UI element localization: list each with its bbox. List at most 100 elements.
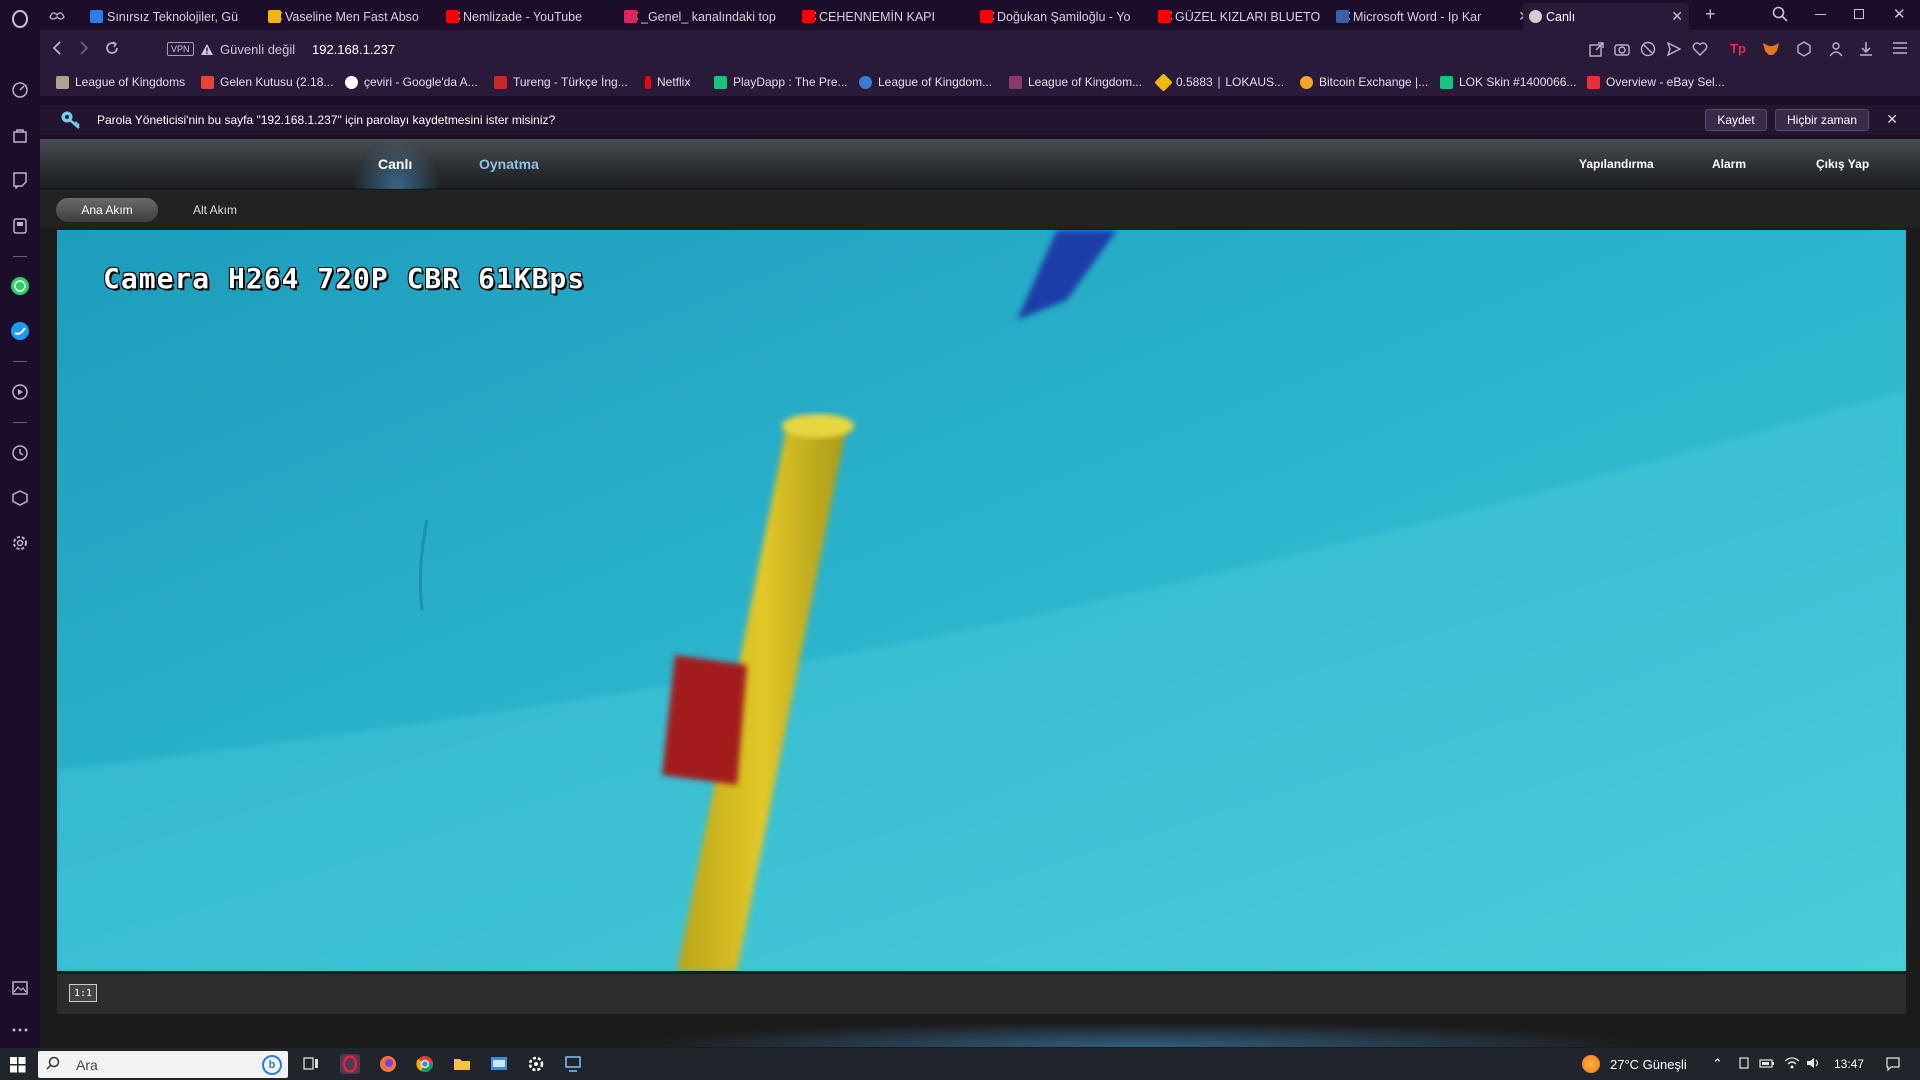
forward-arrow-icon[interactable] <box>77 40 91 61</box>
bookmark-item[interactable]: Bitcoin Exchange |... <box>1300 75 1428 89</box>
windows-start-icon[interactable] <box>10 1057 26 1078</box>
volume-icon[interactable] <box>1806 1056 1822 1073</box>
taskbar-search-box[interactable]: Ara b <box>38 1051 288 1078</box>
whatsapp-icon[interactable] <box>10 276 30 296</box>
remote-desktop-icon[interactable] <box>563 1054 583 1074</box>
tab-title: GÜZEL KIZLARI BLUETO <box>1175 9 1321 24</box>
bookmark-item[interactable]: Gelen Kutusu (2.18... <box>201 75 333 89</box>
url-field[interactable]: 192.168.1.237 <box>312 42 395 57</box>
adblock-icon[interactable] <box>1640 41 1656 60</box>
reload-icon[interactable] <box>104 40 120 61</box>
opera-menu-icon[interactable] <box>10 9 30 29</box>
save-password-button[interactable]: Kaydet <box>1705 109 1767 131</box>
bookmark-item[interactable]: LOK Skin #1400066... <box>1440 75 1576 89</box>
bookmark-item[interactable]: çeviri - Google'da A... <box>345 75 478 89</box>
never-save-button[interactable]: Hiçbir zaman <box>1775 109 1869 131</box>
opera-taskbar-icon[interactable] <box>340 1054 360 1074</box>
new-tab-plus-icon[interactable]: + <box>1705 4 1716 25</box>
browser-tab[interactable]: GÜZEL KIZLARI BLUETO ✕ <box>1152 3 1358 30</box>
bookmark-item[interactable]: Overview - eBay Sel... <box>1587 75 1725 89</box>
speed-dial-icon[interactable] <box>10 80 30 100</box>
tab-favicon-icon <box>980 10 993 23</box>
nav-logout[interactable]: Çıkış Yap <box>1816 157 1869 171</box>
send-icon[interactable] <box>1666 41 1682 60</box>
shopping-bag-icon[interactable] <box>10 125 30 145</box>
close-tab-icon[interactable]: ✕ <box>1671 8 1683 25</box>
browser-tab[interactable]: Sınırsız Teknolojiler, Gü ✕ <box>84 3 290 30</box>
bookmark-item[interactable]: Tureng - Türkçe İng... <box>494 75 628 89</box>
restore-icon[interactable] <box>1854 9 1864 19</box>
heart-icon[interactable] <box>1692 41 1708 60</box>
search-tabs-icon[interactable] <box>1772 6 1788 27</box>
settings-gear-icon[interactable] <box>526 1054 546 1074</box>
bookmark-item[interactable]: 0.5883 ∣ LOKAUS... <box>1154 72 1284 92</box>
workspaces-icon[interactable] <box>49 8 65 27</box>
firefox-icon[interactable] <box>378 1054 398 1074</box>
video-frame <box>57 230 1906 971</box>
battery-icon[interactable] <box>1759 1056 1775 1073</box>
google-icon <box>345 75 358 89</box>
file-explorer-icon[interactable] <box>452 1054 472 1074</box>
browser-tab[interactable]: _Genel_ kanalındaki top ✕ <box>618 3 824 30</box>
twitter-icon[interactable] <box>10 321 30 341</box>
device-icon[interactable] <box>1737 1056 1751 1073</box>
nav-alarm[interactable]: Alarm <box>1712 157 1746 171</box>
sub-stream-button[interactable]: Alt Akım <box>193 203 237 217</box>
close-prompt-icon[interactable]: ✕ <box>1886 111 1898 128</box>
snapshot-camera-icon[interactable] <box>1614 41 1630 60</box>
tp-extension-icon[interactable]: Tp <box>1730 41 1746 56</box>
browser-tab[interactable]: CEHENNEMİN KAPI ✕ <box>796 3 1002 30</box>
bookmark-item[interactable]: Netflix <box>645 75 690 89</box>
tab-playback[interactable]: Oynatma <box>479 156 539 172</box>
address-bar: VPN Güvenli değil 192.168.1.237 Tp <box>40 30 1920 70</box>
windows-taskbar: Ara b 27°C Güneşli ⌃ 13:47 <box>0 1048 1920 1080</box>
weather-sun-icon[interactable] <box>1582 1055 1600 1073</box>
tray-chevron-up-icon[interactable]: ⌃ <box>1712 1056 1723 1072</box>
bing-icon[interactable]: b <box>262 1055 282 1075</box>
twitch-icon[interactable] <box>10 170 30 190</box>
globe-icon <box>1529 10 1542 23</box>
browser-tab[interactable]: Nemlizade - YouTube ✕ <box>440 3 646 30</box>
app-window-icon[interactable] <box>489 1054 509 1074</box>
browser-tab-active[interactable]: Canlı ✕ <box>1523 3 1689 30</box>
browser-tab[interactable]: Doğukan Şamiloğlu - Yo ✕ <box>974 3 1180 30</box>
nav-configuration[interactable]: Yapılandırma <box>1579 157 1654 171</box>
tab-live[interactable]: Canlı <box>378 156 412 172</box>
vpn-badge[interactable]: VPN <box>167 42 194 56</box>
browser-tab[interactable]: Microsoft Word - Ip Kar ✕ <box>1330 3 1536 30</box>
metamask-fox-icon[interactable] <box>1762 41 1780 60</box>
live-video-view[interactable]: Camera H264 720P CBR 61KBps <box>57 230 1906 971</box>
back-arrow-icon[interactable] <box>50 40 64 61</box>
playdapp-icon <box>714 75 727 89</box>
history-icon[interactable] <box>10 443 30 463</box>
profile-icon[interactable] <box>1828 41 1844 60</box>
extensions-cube-icon[interactable] <box>1796 41 1812 60</box>
minimize-icon[interactable] <box>1815 14 1826 15</box>
tureng-icon <box>494 75 507 89</box>
aspect-ratio-button[interactable]: 1:1 <box>69 984 97 1002</box>
wifi-icon[interactable] <box>1784 1056 1800 1073</box>
settings-gear-icon[interactable] <box>10 533 30 553</box>
gallery-icon[interactable] <box>10 978 30 998</box>
chrome-icon[interactable] <box>415 1054 435 1074</box>
system-clock[interactable]: 13:47 <box>1834 1057 1864 1071</box>
weather-widget[interactable]: 27°C Güneşli <box>1610 1057 1687 1072</box>
bitcoin-icon <box>1300 75 1313 89</box>
main-stream-button[interactable]: Ana Akım <box>56 198 158 222</box>
player-icon[interactable] <box>10 216 30 236</box>
bookmark-item[interactable]: League of Kingdoms <box>56 75 185 89</box>
extensions-cube-icon[interactable] <box>10 488 30 508</box>
task-view-icon[interactable] <box>301 1054 321 1074</box>
security-status[interactable]: Güvenli değil <box>220 42 295 57</box>
bookmark-item[interactable]: League of Kingdom... <box>1009 75 1142 89</box>
browser-tab[interactable]: Vaseline Men Fast Abso ✕ <box>262 3 468 30</box>
close-window-icon[interactable]: ✕ <box>1893 5 1906 23</box>
bookmark-item[interactable]: League of Kingdom... <box>859 75 992 89</box>
music-player-icon[interactable] <box>10 382 30 402</box>
notification-center-icon[interactable] <box>1885 1056 1901 1075</box>
easy-setup-menu-icon[interactable] <box>1892 41 1908 58</box>
download-icon[interactable] <box>1858 41 1874 60</box>
more-dots-icon[interactable] <box>10 1020 30 1040</box>
share-icon[interactable] <box>1588 41 1604 60</box>
bookmark-item[interactable]: PlayDapp : The Pre... <box>714 75 848 89</box>
